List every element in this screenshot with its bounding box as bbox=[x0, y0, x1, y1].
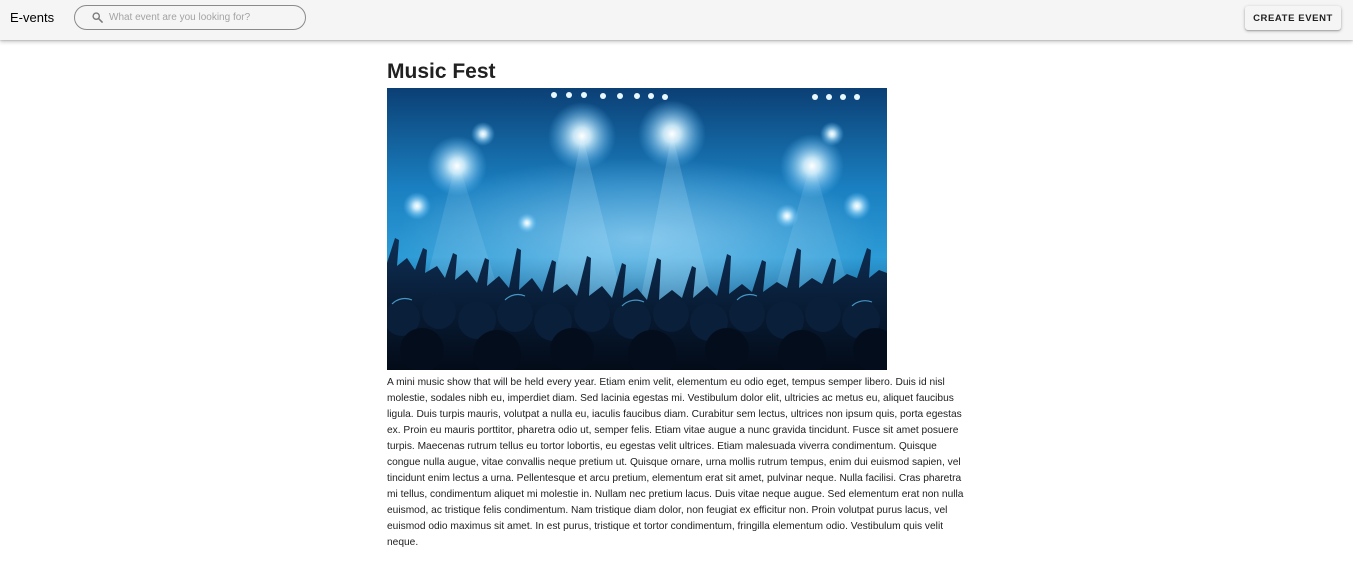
search-icon bbox=[92, 12, 103, 23]
event-image bbox=[387, 88, 887, 370]
event-title: Music Fest bbox=[387, 60, 496, 83]
search-box[interactable] bbox=[74, 5, 306, 30]
search-input[interactable] bbox=[109, 9, 297, 26]
app-bar: E-vents CREATE EVENT bbox=[0, 0, 1353, 40]
brand-title[interactable]: E-vents bbox=[10, 10, 54, 26]
event-description: A mini music show that will be held ever… bbox=[387, 377, 964, 548]
create-event-button[interactable]: CREATE EVENT bbox=[1245, 6, 1341, 30]
